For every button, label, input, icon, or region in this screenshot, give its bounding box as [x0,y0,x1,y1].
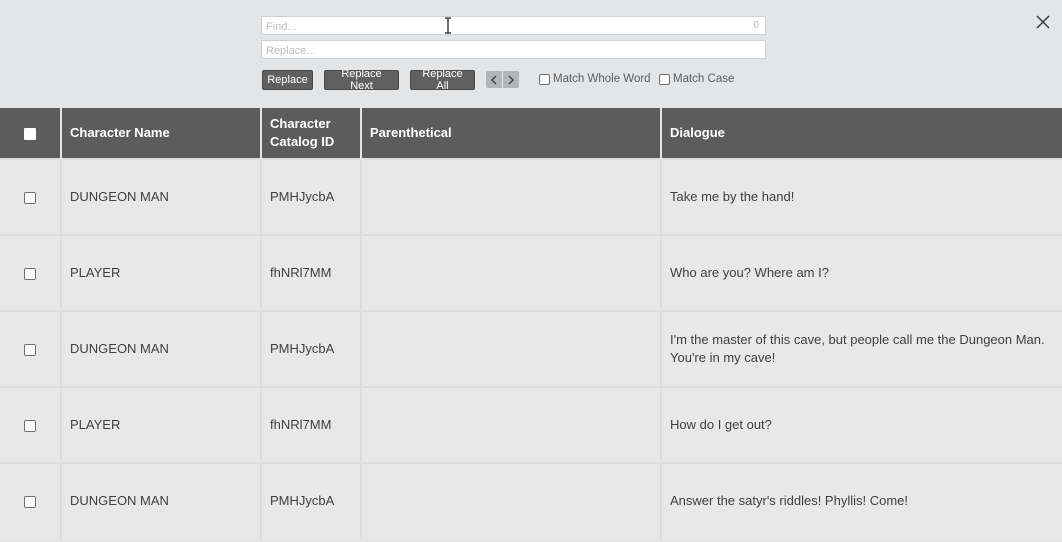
dialogue-text: How do I get out? [670,417,772,432]
replace-next-button[interactable]: Replace Next [324,68,399,92]
table-row[interactable]: DUNGEON MAN PMHJycbA Take me by the hand… [0,158,1062,235]
chevron-right-icon [508,75,514,84]
select-all-checkbox[interactable] [24,127,36,140]
dialogue-text: You're in my cave! [670,350,776,365]
match-count: 0 [753,20,759,31]
row-checkbox[interactable] [24,419,36,432]
parenthetical-cell[interactable] [361,234,662,311]
replace-button[interactable]: Replace [262,70,313,90]
match-whole-word-checkbox[interactable] [539,73,550,85]
match-whole-word-label: Match Whole Word [553,73,651,85]
catalog-id-cell[interactable]: fhNRl7MM [261,386,362,463]
catalog-id-cell[interactable]: PMHJycbA [261,462,362,538]
dialogue-text: I'm the master of this cave, but people … [670,332,1045,347]
match-whole-word-option[interactable]: Match Whole Word [539,73,651,85]
parenthetical-cell[interactable] [361,386,662,463]
character-name-cell[interactable]: DUNGEON MAN [61,158,262,235]
text-cursor-icon [445,17,451,34]
catalog-id-cell[interactable]: PMHJycbA [261,310,362,387]
row-checkbox[interactable] [24,191,36,204]
column-header-parenthetical[interactable]: Parenthetical [361,108,662,159]
replace-all-button[interactable]: Replace All [410,68,475,92]
column-header-label: Parenthetical [370,125,452,140]
dialogue-cell[interactable]: I'm the master of this cave, but people … [661,310,1062,387]
dialogue-table: Character Name Character Catalog ID Pare… [0,108,1062,538]
row-select-cell [0,234,62,311]
match-case-label: Match Case [673,73,735,85]
find-field-container: 0 [261,16,766,36]
row-select-cell [0,310,62,387]
find-replace-toolbar: 0 Replace Replace Next Replace All Match… [0,0,1062,108]
previous-match-button[interactable] [486,71,502,88]
row-select-cell [0,462,62,538]
row-checkbox[interactable] [24,495,36,508]
dialogue-cell[interactable]: Take me by the hand! [661,158,1062,235]
catalog-id-cell[interactable]: PMHJycbA [261,158,362,235]
row-checkbox[interactable] [24,343,36,356]
column-header-label: Dialogue [670,125,725,140]
catalog-id-cell[interactable]: fhNRl7MM [261,234,362,311]
row-checkbox[interactable] [24,267,36,280]
column-header-catalog-id[interactable]: Character Catalog ID [261,108,362,159]
dialogue-cell[interactable]: Answer the satyr's riddles! Phyllis! Com… [661,462,1062,538]
parenthetical-cell[interactable] [361,310,662,387]
character-name-cell[interactable]: PLAYER [61,234,262,311]
replace-input[interactable] [262,42,765,60]
table-header-row: Character Name Character Catalog ID Pare… [0,108,1062,159]
dialogue-text: Answer the satyr's riddles! Phyllis! Com… [670,493,909,508]
table-row[interactable]: DUNGEON MAN PMHJycbA I'm the master of t… [0,310,1062,387]
dialogue-cell[interactable]: Who are you? Where am I? [661,234,1062,311]
row-select-cell [0,386,62,463]
parenthetical-cell[interactable] [361,158,662,235]
row-select-cell [0,158,62,235]
chevron-left-icon [491,75,497,84]
close-icon [1036,15,1050,29]
parenthetical-cell[interactable] [361,462,662,538]
close-button[interactable] [1033,12,1053,32]
next-match-button[interactable] [503,71,519,88]
dialogue-text: Who are you? Where am I? [670,265,829,280]
dialogue-cell[interactable]: How do I get out? [661,386,1062,463]
dialogue-text: Take me by the hand! [670,189,795,204]
column-header-label: Catalog ID [270,134,335,149]
match-case-checkbox[interactable] [659,73,670,85]
column-header-label: Character Name [70,125,170,140]
select-all-header [0,108,62,159]
match-case-option[interactable]: Match Case [659,73,734,85]
character-name-cell[interactable]: PLAYER [61,386,262,463]
column-header-character-name[interactable]: Character Name [61,108,262,159]
find-input[interactable] [262,18,765,36]
character-name-cell[interactable]: DUNGEON MAN [61,310,262,387]
table-row[interactable]: DUNGEON MAN PMHJycbA Answer the satyr's … [0,462,1062,538]
replace-field-container [261,40,766,60]
column-header-dialogue[interactable]: Dialogue [661,108,1062,159]
table-row[interactable]: PLAYER fhNRl7MM How do I get out? [0,386,1062,463]
character-name-cell[interactable]: DUNGEON MAN [61,462,262,538]
column-header-label: Character [270,116,331,131]
match-navigation [486,71,519,88]
table-row[interactable]: PLAYER fhNRl7MM Who are you? Where am I? [0,234,1062,311]
